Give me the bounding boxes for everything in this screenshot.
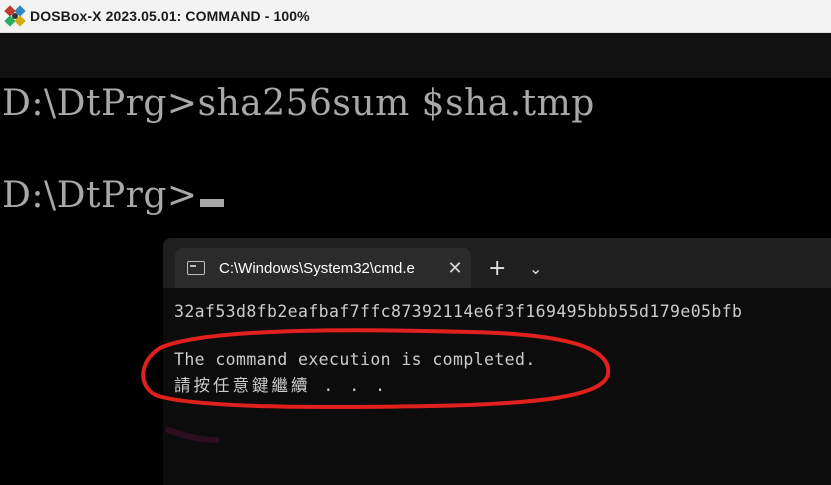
- dosbox-top-strip: [0, 33, 831, 78]
- press-any-key-prompt: 請按任意鍵繼續 . . .: [174, 376, 389, 395]
- terminal-tab-bar: C:\Windows\System32\cmd.e ✕ + ⌄: [163, 238, 831, 288]
- window-title: DOSBox-X 2023.05.01: COMMAND - 100%: [30, 8, 310, 24]
- close-icon[interactable]: ✕: [445, 258, 465, 279]
- dos-prompt-line: D:\DtPrg>: [2, 175, 224, 216]
- dos-command-line: D:\DtPrg>sha256sum $sha.tmp: [2, 83, 595, 124]
- dos-prompt: D:\DtPrg>: [2, 175, 198, 216]
- windows-terminal-window[interactable]: C:\Windows\System32\cmd.e ✕ + ⌄ 32af53d8…: [163, 238, 831, 485]
- terminal-tab-cmd[interactable]: C:\Windows\System32\cmd.e ✕: [175, 248, 471, 288]
- cmd-icon: [187, 261, 205, 275]
- new-tab-button[interactable]: +: [488, 258, 506, 280]
- terminal-output-area[interactable]: 32af53d8fb2eafbaf7ffc87392114e6f3f169495…: [163, 288, 831, 485]
- tab-title: C:\Windows\System32\cmd.e: [219, 259, 415, 277]
- completion-message: The command execution is completed.: [174, 350, 536, 369]
- chevron-down-icon[interactable]: ⌄: [529, 258, 542, 280]
- text-cursor: [199, 199, 224, 207]
- sha256-hash-output: 32af53d8fb2eafbaf7ffc87392114e6f3f169495…: [174, 302, 743, 321]
- dosbox-title-bar[interactable]: DOSBox-X 2023.05.01: COMMAND - 100%: [0, 0, 831, 33]
- dosbox-app-icon: [4, 5, 26, 27]
